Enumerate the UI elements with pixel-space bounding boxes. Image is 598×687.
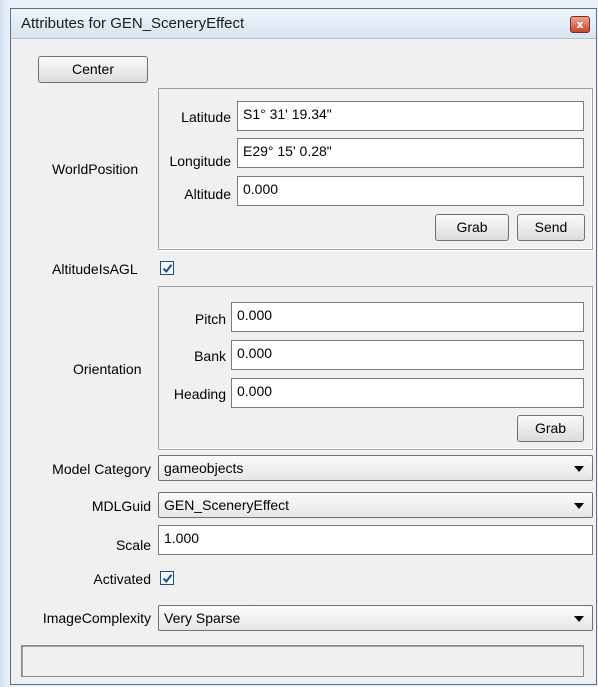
bank-field[interactable]: 0.000	[231, 340, 584, 370]
world-position-group: Latitude S1° 31' 19.34" Longitude E29° 1…	[158, 88, 593, 250]
latitude-field[interactable]: S1° 31' 19.34"	[237, 101, 584, 131]
chevron-down-icon	[574, 503, 584, 509]
checkmark-icon	[162, 264, 173, 274]
longitude-label: Longitude	[169, 153, 231, 169]
activated-checkbox[interactable]	[160, 571, 174, 585]
heading-label: Heading	[173, 386, 226, 402]
model-category-label: Model Category	[52, 461, 151, 477]
model-category-select[interactable]: gameobjects	[158, 455, 593, 481]
title-bar[interactable]: Attributes for GEN_SceneryEffect x	[11, 9, 596, 39]
chevron-down-icon	[574, 466, 584, 472]
pitch-label: Pitch	[194, 311, 226, 327]
close-icon: x	[576, 18, 584, 31]
model-category-value: gameobjects	[164, 460, 244, 476]
window-title: Attributes for GEN_SceneryEffect	[21, 15, 245, 32]
checkmark-icon	[162, 574, 173, 584]
image-complexity-value: Very Sparse	[164, 610, 241, 626]
scale-label: Scale	[115, 537, 151, 553]
longitude-field[interactable]: E29° 15' 0.28"	[237, 138, 584, 168]
orientation-grab-button[interactable]: Grab	[517, 415, 584, 442]
heading-field[interactable]: 0.000	[231, 378, 584, 408]
close-button[interactable]: x	[570, 16, 590, 33]
altitude-field[interactable]: 0.000	[237, 176, 584, 206]
scale-field[interactable]: 1.000	[158, 525, 593, 555]
altitude-label: Altitude	[184, 186, 231, 202]
mdl-guid-select[interactable]: GEN_SceneryEffect	[158, 492, 593, 518]
mdl-guid-value: GEN_SceneryEffect	[164, 497, 290, 513]
world-position-label: WorldPosition	[52, 161, 139, 177]
altitude-is-agl-label: AltitudeIsAGL	[52, 261, 138, 277]
orientation-label: Orientation	[73, 361, 142, 377]
pitch-field[interactable]: 0.000	[231, 302, 584, 332]
orientation-group: Pitch 0.000 Bank 0.000 Heading 0.000 Gra…	[158, 286, 593, 450]
center-button[interactable]: Center	[38, 56, 148, 83]
bank-label: Bank	[194, 348, 226, 364]
image-complexity-select[interactable]: Very Sparse	[158, 605, 593, 631]
latitude-label: Latitude	[181, 109, 231, 125]
activated-label: Activated	[93, 571, 151, 587]
mdl-guid-label: MDLGuid	[91, 498, 151, 514]
status-bar	[21, 645, 584, 677]
world-position-grab-button[interactable]: Grab	[435, 214, 509, 241]
image-complexity-label: ImageComplexity	[42, 610, 151, 626]
world-position-send-button[interactable]: Send	[517, 214, 585, 241]
chevron-down-icon	[574, 616, 584, 622]
attributes-dialog: Attributes for GEN_SceneryEffect x Cente…	[10, 8, 597, 685]
altitude-is-agl-checkbox[interactable]	[160, 261, 174, 275]
